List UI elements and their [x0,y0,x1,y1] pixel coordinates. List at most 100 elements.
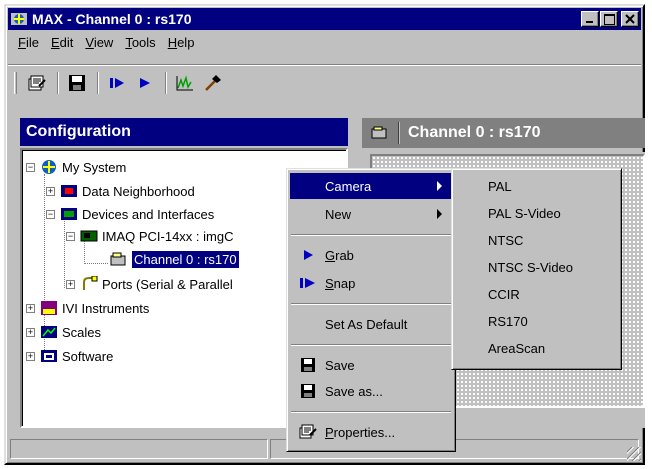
camera-submenu: PAL PAL S-Video NTSC NTSC S-Video CCIR R… [451,168,622,370]
grab-icon [298,246,318,264]
channel-icon [110,252,126,266]
camera-option-ccir[interactable]: CCIR [455,281,618,307]
toolbar-divider [8,64,641,66]
close-button[interactable] [621,11,639,27]
channel-device-icon [371,126,387,139]
tree-connector [84,263,108,264]
snap-toolbar-button[interactable] [105,72,129,94]
camera-option-ntsc[interactable]: NTSC [455,227,618,253]
devices-interfaces-icon [61,208,77,220]
title-bar[interactable]: MAX - Channel 0 : rs170 [8,8,641,30]
context-menu-grab[interactable]: Grab [290,242,452,268]
menu-bar: File Edit View Tools Help [8,32,641,52]
title-divider [398,122,400,144]
histogram-icon [176,75,193,91]
tree-label: Ports (Serial & Parallel [102,276,233,292]
collapse-imaq-pci[interactable]: − [66,232,75,241]
status-field-left [10,439,268,459]
toolbar [8,68,641,98]
my-system-icon [42,160,56,174]
tree-item-my-system[interactable]: My System [40,156,126,178]
maximize-button[interactable] [600,11,618,27]
histogram-toolbar-button[interactable] [173,72,197,94]
tree-item-scales[interactable]: Scales [40,321,101,343]
save-toolbar-button[interactable] [65,72,89,94]
context-menu-camera[interactable]: Camera [290,173,452,199]
imaq-board-icon [80,230,98,242]
tree-label: Data Neighborhood [82,183,195,199]
grab-toolbar-button[interactable] [133,72,157,94]
max-app-icon [11,13,27,25]
channel-panel-title: Channel 0 : rs170 [362,118,645,148]
tree-label: Software [62,348,114,364]
properties-icon [28,75,46,91]
expand-scales[interactable]: + [26,328,35,337]
camera-option-ntsc-s-video[interactable]: NTSC S-Video [455,254,618,280]
camera-option-pal[interactable]: PAL [455,173,618,199]
expand-software[interactable]: + [26,352,35,361]
tree-item-software[interactable]: Software [40,345,113,367]
submenu-arrow-icon [437,181,442,191]
configuration-panel-title: Configuration [20,118,348,146]
context-menu-set-as-default[interactable]: Set As Default [290,311,452,337]
tree-item-devices-and-interfaces[interactable]: Devices and Interfaces [60,203,214,225]
snap-icon [110,78,124,88]
tree-item-ports[interactable]: Ports (Serial & Parallel [80,273,233,295]
tree-item-ivi-instruments[interactable]: IVI Instruments [40,297,149,319]
tree-item-data-neighborhood[interactable]: Data Neighborhood [60,180,195,202]
expand-ivi[interactable]: + [26,304,35,313]
tree-item-channel-0[interactable]: Channel 0 : rs170 [110,248,240,270]
menu-tools[interactable]: Tools [119,35,161,50]
tree-label: IVI Instruments [62,300,150,316]
toolbar-grip[interactable] [14,72,17,94]
tree-label-selected: Channel 0 : rs170 [131,249,240,269]
tree-label: Devices and Interfaces [82,206,215,222]
menu-help[interactable]: Help [162,35,201,50]
data-neighborhood-icon [61,185,77,197]
menu-view[interactable]: View [79,35,119,50]
close-icon [625,14,635,24]
context-menu: Camera New Grab Snap Set As Default Save… [286,168,456,452]
tree-label: IMAQ PCI-14xx : imgC [102,228,234,244]
minimize-button[interactable] [581,11,599,27]
menu-separator [291,234,451,236]
toolbar-separator [165,72,167,94]
properties-icon [298,423,318,441]
collapse-devices[interactable]: − [46,210,55,219]
menu-separator [291,344,451,346]
context-menu-save-as[interactable]: Save as... [290,378,452,404]
tree-item-imaq-pci[interactable]: IMAQ PCI-14xx : imgC [80,225,233,247]
resize-grip[interactable] [627,447,641,461]
collapse-my-system[interactable]: − [26,163,35,172]
context-menu-properties[interactable]: Properties... [290,419,452,445]
expand-data-neighborhood[interactable]: + [46,187,55,196]
menu-file[interactable]: File [12,35,45,50]
save-icon [298,356,318,374]
ports-icon [83,276,98,290]
tools-hammer-icon [205,75,221,91]
expand-ports[interactable]: + [66,280,75,289]
context-menu-save[interactable]: Save [290,352,452,378]
tools-toolbar-button[interactable] [201,72,225,94]
toolbar-separator [57,72,59,94]
save-as-icon [298,382,318,400]
tree-label: Scales [62,324,102,340]
window-title: MAX - Channel 0 : rs170 [32,11,192,27]
menu-separator [291,411,451,413]
toolbar-separator [97,72,99,94]
software-icon [41,350,57,362]
scales-icon [41,326,57,338]
camera-option-pal-s-video[interactable]: PAL S-Video [455,200,618,226]
snap-icon [298,274,318,292]
ivi-instruments-icon [41,301,57,315]
properties-button[interactable] [25,72,49,94]
submenu-arrow-icon [437,209,442,219]
camera-option-rs170[interactable]: RS170 [455,308,618,334]
context-menu-new[interactable]: New [290,201,452,227]
camera-option-areascan[interactable]: AreaScan [455,335,618,361]
context-menu-snap[interactable]: Snap [290,270,452,296]
menu-separator [291,303,451,305]
save-icon [69,75,85,91]
tree-connector [64,218,65,288]
menu-edit[interactable]: Edit [45,35,79,50]
